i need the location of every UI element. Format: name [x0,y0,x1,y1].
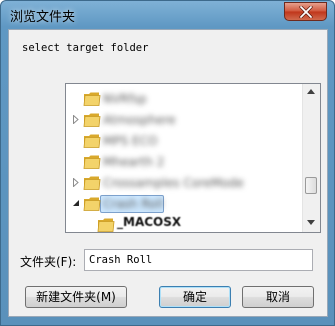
scroll-down-icon[interactable] [307,220,315,225]
scroll-up-icon[interactable] [307,89,315,94]
tree-item[interactable]: _MACOSX [66,215,304,232]
expand-arrow-icon[interactable] [72,178,80,187]
folder-icon [97,218,115,232]
browse-folder-dialog: 浏览文件夹 select target folder NVRfsp Atmosph… [0,0,335,326]
title-bar[interactable]: 浏览文件夹 [1,1,334,28]
tree-item[interactable]: Mhearth 2 [66,152,304,172]
tree-item[interactable]: Crash Roll [66,194,304,214]
folder-field-label: 文件夹(F): [20,255,77,269]
tree-item[interactable]: MPS ECO [66,131,304,151]
cancel-button[interactable]: 取消 [242,286,314,308]
tree-item-label: _MACOSX [117,215,182,229]
tree-item-label: NVRfsp [103,92,147,106]
folder-icon [83,113,101,127]
folder-name-input[interactable] [84,249,313,271]
ok-button[interactable]: 确定 [159,286,231,308]
scrollbar-thumb[interactable] [305,177,317,194]
window-title: 浏览文件夹 [10,10,76,25]
tree-item[interactable]: Crossamples CoreMode [66,173,304,193]
instruction-text: select target folder [22,42,149,54]
dialog-body: select target folder NVRfsp Atmosphere MPS… [8,29,328,317]
collapse-arrow-icon[interactable] [72,199,80,207]
close-button[interactable] [284,2,327,21]
tree-item-label: MPS ECO [103,134,158,148]
folder-tree[interactable]: NVRfsp Atmosphere MPS ECO Mhearth 2 Crossamp… [65,83,321,233]
tree-item-label: Mhearth 2 [103,155,165,169]
folder-icon [83,92,101,106]
vertical-scrollbar[interactable] [302,84,320,232]
folder-icon [83,197,101,211]
folder-icon [83,134,101,148]
tree-item-label: Crossamples CoreMode [103,176,244,190]
folder-icon [83,176,101,190]
expand-arrow-icon[interactable] [72,115,80,124]
tree-item-label: Crash Roll [103,197,164,211]
tree-item[interactable]: Atmosphere [66,110,304,130]
folder-icon [83,155,101,169]
tree-item-label: Atmosphere [103,113,176,127]
new-folder-button[interactable]: 新建文件夹(M) [25,286,127,308]
tree-item[interactable]: NVRfsp [66,89,304,109]
close-icon [299,6,313,18]
